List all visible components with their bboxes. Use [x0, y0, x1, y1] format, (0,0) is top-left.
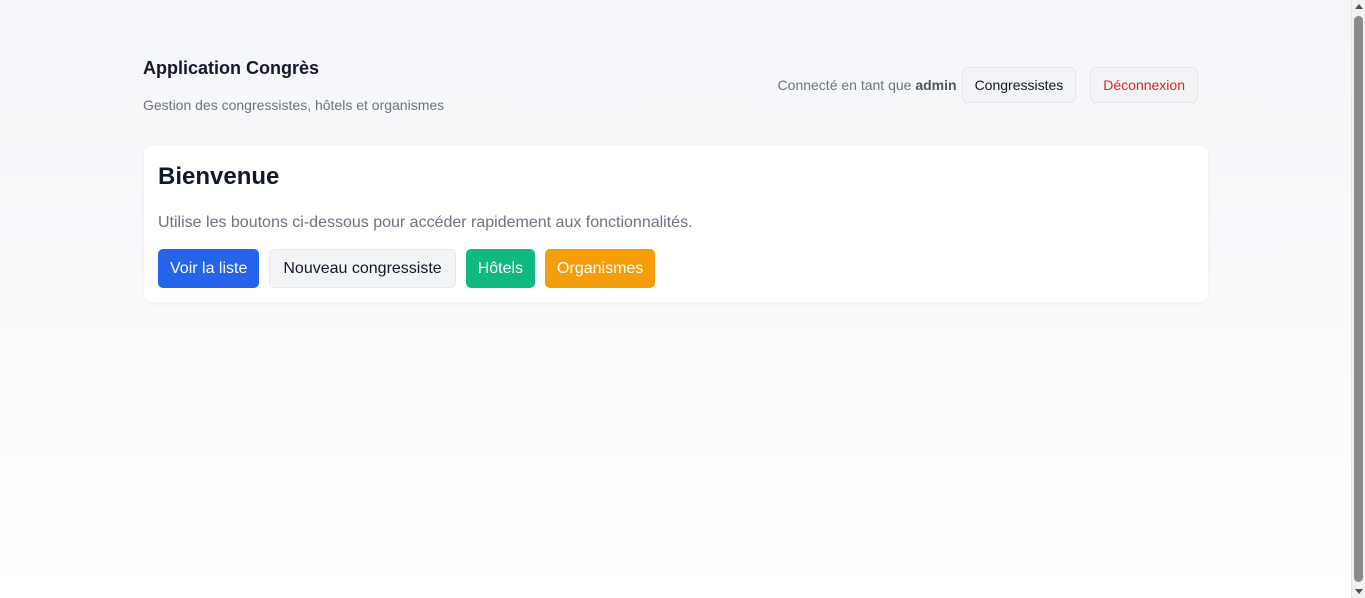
scroll-down-arrow-icon[interactable]: [1355, 589, 1363, 594]
logout-button[interactable]: Déconnexion: [1090, 67, 1198, 103]
welcome-card: Bienvenue Utilise les boutons ci-dessous…: [144, 146, 1208, 302]
user-area: Connecté en tant que admin Congressistes…: [778, 66, 1198, 104]
app-header: Application Congrès Gestion des congress…: [143, 56, 1198, 116]
vertical-scrollbar[interactable]: [1351, 0, 1365, 598]
welcome-description: Utilise les boutons ci-dessous pour accé…: [158, 214, 693, 231]
hotels-button[interactable]: Hôtels: [465, 249, 536, 288]
welcome-title: Bienvenue: [158, 163, 280, 190]
app-subtitle: Gestion des congressistes, hôtels et org…: [143, 97, 445, 113]
connected-status: Connecté en tant que admin: [778, 77, 957, 93]
scroll-up-arrow-icon[interactable]: [1355, 4, 1363, 9]
quick-actions: Voir la liste Nouveau congressiste Hôtel…: [158, 249, 656, 288]
view-list-button[interactable]: Voir la liste: [158, 249, 260, 288]
username: admin: [915, 77, 957, 93]
scrollbar-thumb[interactable]: [1354, 16, 1363, 582]
page: Application Congrès Gestion des congress…: [0, 0, 1351, 598]
congressistes-button[interactable]: Congressistes: [961, 67, 1077, 103]
app-title: Application Congrès: [143, 58, 320, 78]
organismes-button[interactable]: Organismes: [545, 249, 656, 288]
new-congressiste-button[interactable]: Nouveau congressiste: [269, 249, 456, 288]
connected-prefix: Connecté en tant que: [777, 77, 916, 93]
